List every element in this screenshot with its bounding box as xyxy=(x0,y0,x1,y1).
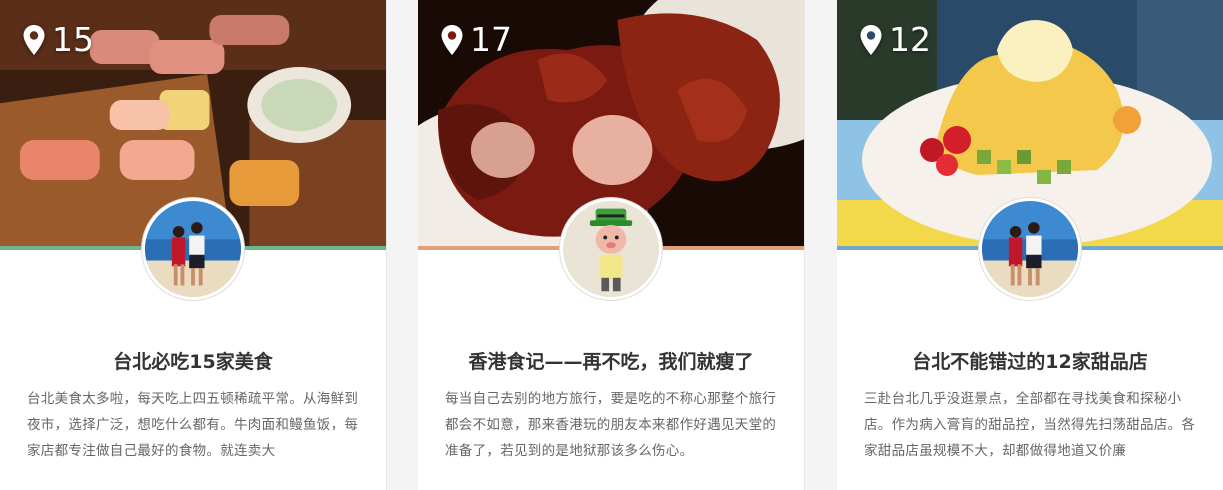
toy-figure-avatar xyxy=(563,201,659,297)
location-count[interactable]: 17 xyxy=(440,20,512,59)
article-card[interactable]: 12 台北不能错过的12家甜品店 三赴台北几乎没逛景点，全部都在寻找美食和探秘小… xyxy=(837,0,1223,490)
couple-beach-avatar xyxy=(982,201,1078,297)
article-title[interactable]: 台北不能错过的12家甜品店 xyxy=(837,347,1223,374)
author-avatar[interactable] xyxy=(560,198,662,300)
map-pin-icon xyxy=(23,24,45,55)
article-summary: 三赴台北几乎没逛景点，全部都在寻找美食和探秘小店。作为病入膏肓的甜品控，当然得先… xyxy=(864,391,1196,459)
article-summary: 每当自己去别的地方旅行，要是吃的不称心那整个旅行都会不如意，那来香港玩的朋友本来… xyxy=(445,391,777,459)
article-card[interactable]: 17 香港食记——再不吃，我们就瘦了 每当自己去别的地方旅行，要是吃的不称心那整… xyxy=(418,0,805,490)
article-title[interactable]: 香港食记——再不吃，我们就瘦了 xyxy=(418,347,804,374)
article-card[interactable]: 15 台北必吃15家美食 台北美食太多啦，每天吃上四五顿稀疏平常。从海鲜到夜市，… xyxy=(0,0,387,490)
map-pin-icon xyxy=(860,24,882,55)
author-avatar[interactable] xyxy=(142,198,244,300)
author-avatar[interactable] xyxy=(979,198,1081,300)
location-count-value: 12 xyxy=(889,20,931,59)
location-count-value: 17 xyxy=(470,20,512,59)
article-summary: 台北美食太多啦，每天吃上四五顿稀疏平常。从海鲜到夜市，选择广泛，想吃什么都有。牛… xyxy=(27,391,359,459)
location-count[interactable]: 15 xyxy=(22,20,94,59)
map-pin-icon xyxy=(441,24,463,55)
article-card-row: 15 台北必吃15家美食 台北美食太多啦，每天吃上四五顿稀疏平常。从海鲜到夜市，… xyxy=(0,0,1223,490)
couple-beach-avatar xyxy=(145,201,241,297)
location-count[interactable]: 12 xyxy=(859,20,931,59)
article-title[interactable]: 台北必吃15家美食 xyxy=(0,347,386,374)
location-count-value: 15 xyxy=(52,20,94,59)
